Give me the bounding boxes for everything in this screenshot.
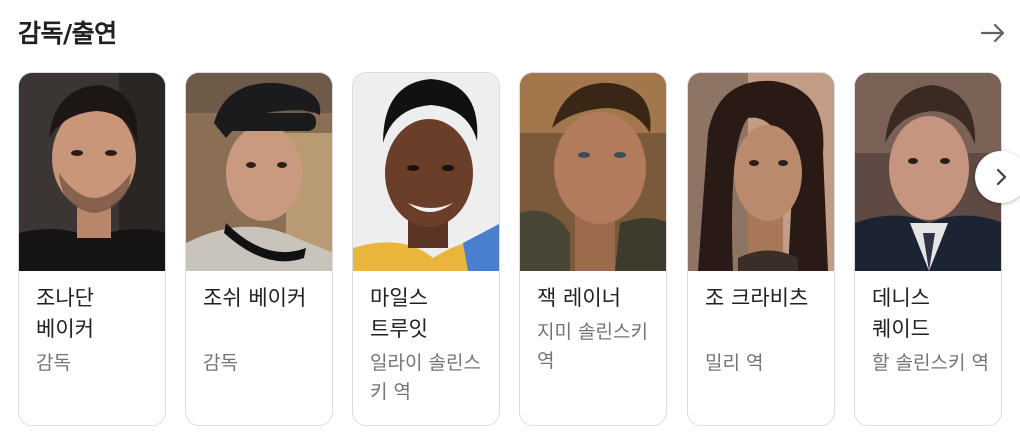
person-role: 지미 솔린스키 역 (537, 321, 648, 372)
person-card[interactable]: 마일스 트루잇 일라이 솔린스키 역 (352, 72, 500, 426)
person-photo (353, 73, 499, 271)
person-card[interactable]: 조나단 베이커 감독 (18, 72, 166, 426)
person-card[interactable]: 잭 레이너 지미 솔린스키 역 (519, 72, 667, 426)
carousel-next-button[interactable] (975, 151, 1020, 203)
person-role: 일라이 솔린스키 역 (370, 352, 481, 403)
person-photo (19, 73, 165, 271)
cast-crew-section: 감독/출연 조나단 베이커 감독 조쉬 베이커 감독 마일스 트루잇 일라이 솔… (0, 0, 1020, 442)
person-name: 조쉬 베이커 (203, 286, 307, 310)
people-carousel: 조나단 베이커 감독 조쉬 베이커 감독 마일스 트루잇 일라이 솔린스키 역 … (18, 72, 1020, 432)
person-role: 감독 (203, 352, 238, 374)
section-header: 감독/출연 (18, 10, 1008, 54)
person-name: 마일스 트루잇 (370, 286, 428, 341)
person-card[interactable]: 조쉬 베이커 감독 (185, 72, 333, 426)
person-photo (520, 73, 666, 271)
person-role: 감독 (36, 352, 71, 374)
person-role: 밀리 역 (705, 352, 764, 374)
section-title[interactable]: 감독/출연 (18, 14, 117, 50)
person-photo (688, 73, 834, 271)
person-name: 데니스 퀘이드 (872, 286, 930, 341)
arrow-right-icon[interactable] (978, 18, 1008, 48)
chevron-right-icon (996, 168, 1007, 186)
person-name: 잭 레이너 (537, 286, 621, 310)
person-card[interactable]: 조 크라비츠 밀리 역 (687, 72, 835, 426)
person-photo (186, 73, 332, 271)
person-card[interactable]: 데니스 퀘이드 할 솔린스키 역 (854, 72, 1002, 426)
person-name: 조 크라비츠 (705, 286, 809, 310)
person-name: 조나단 베이커 (36, 286, 94, 341)
person-role: 할 솔린스키 역 (872, 352, 989, 374)
